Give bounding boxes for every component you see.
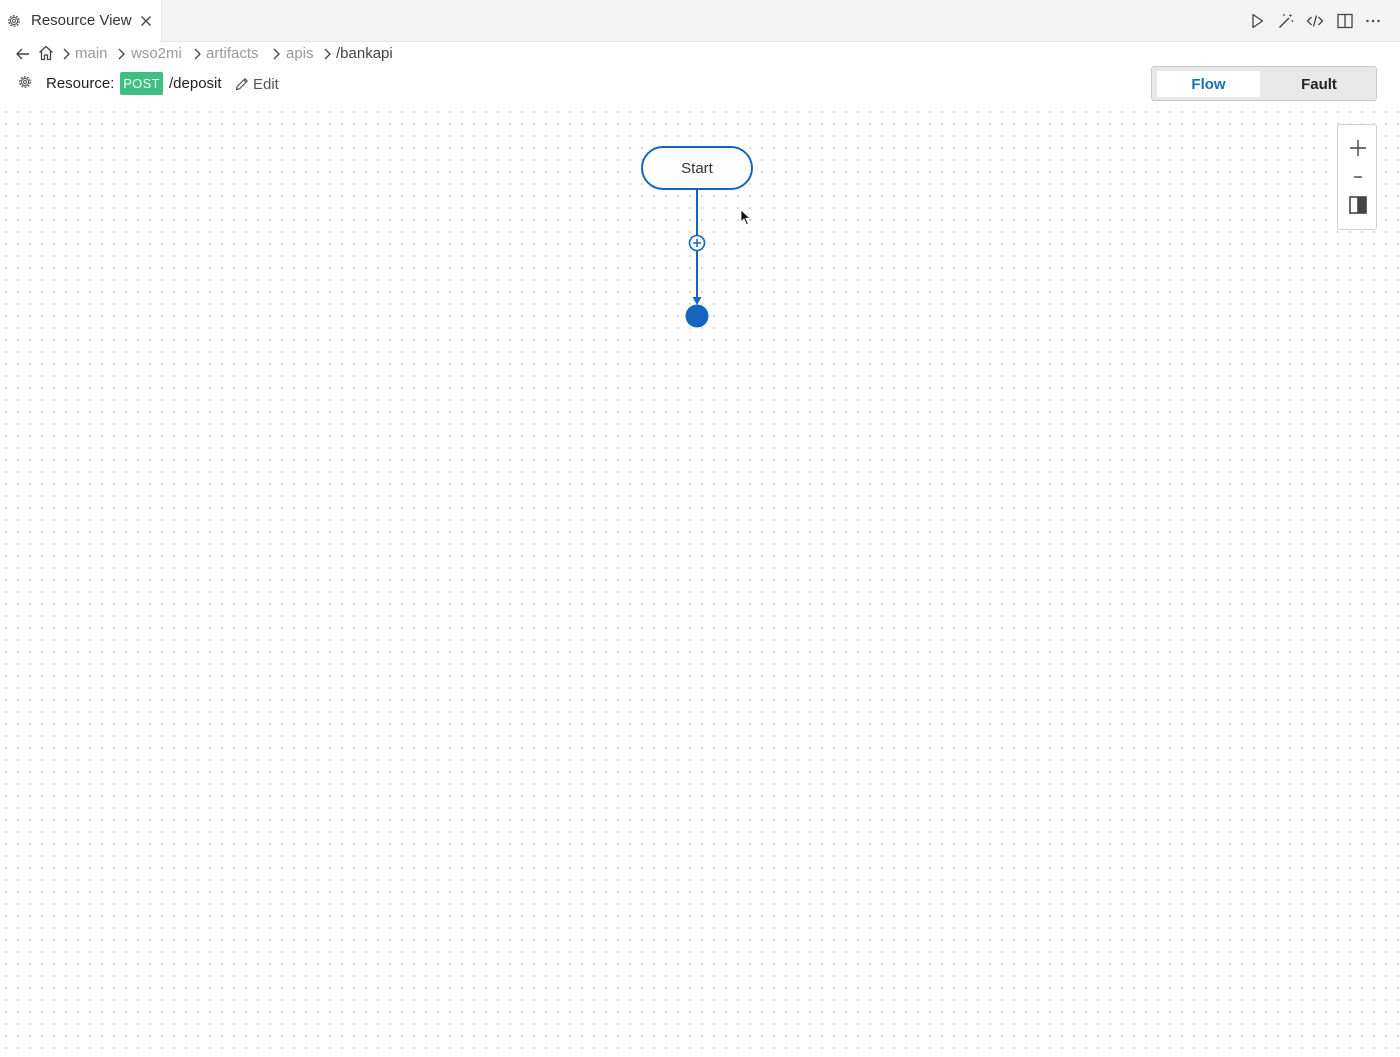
view-toggle: Flow Fault [1151, 66, 1377, 101]
chevron-right-icon [194, 48, 201, 60]
flow-diagram: Start [641, 146, 753, 328]
fit-view-icon[interactable] [1346, 193, 1370, 217]
method-badge: POST [120, 72, 163, 95]
edit-button-label: Edit [253, 75, 279, 93]
breadcrumb-item-bankapi[interactable]: /bankapi [336, 45, 393, 62]
run-icon[interactable] [1247, 11, 1267, 31]
pencil-icon [235, 78, 248, 91]
chevron-right-icon [324, 48, 331, 60]
resource-path: /deposit [169, 75, 222, 92]
arrowhead [692, 297, 702, 305]
gear-icon [8, 15, 20, 27]
breadcrumb: main wso2mi artifacts apis /bankapi [0, 42, 1400, 66]
plus-icon[interactable] [1346, 136, 1370, 160]
start-node-label: Start [681, 160, 714, 177]
chevron-right-icon [63, 48, 70, 60]
tab-title: Resource View [31, 12, 132, 29]
gear-icon [19, 76, 31, 88]
start-node[interactable]: Start [641, 146, 753, 190]
breadcrumb-item-wso2mi[interactable]: wso2mi [131, 45, 182, 62]
fault-tab[interactable]: Fault [1264, 71, 1374, 97]
end-node[interactable] [685, 304, 709, 328]
edit-button[interactable]: Edit [234, 74, 279, 94]
zoom-controls [1337, 124, 1377, 230]
resource-label: Resource: [46, 75, 115, 92]
mouse-cursor [740, 209, 752, 226]
magic-wand-icon[interactable] [1276, 11, 1296, 31]
close-icon[interactable] [138, 13, 154, 29]
more-icon[interactable] [1363, 11, 1383, 31]
diagram-canvas[interactable]: Start [0, 106, 1400, 1057]
breadcrumb-item-artifacts[interactable]: artifacts [206, 45, 259, 62]
breadcrumb-item-main[interactable]: main [75, 45, 108, 62]
flow-tab[interactable]: Flow [1157, 71, 1260, 97]
editor-tab-bar: Resource View [0, 0, 1400, 42]
split-editor-icon[interactable] [1335, 11, 1355, 31]
chevron-right-icon [273, 48, 280, 60]
code-icon[interactable] [1305, 11, 1325, 31]
arrow-left-icon[interactable] [14, 45, 32, 63]
breadcrumb-item-apis[interactable]: apis [286, 45, 314, 62]
add-node-button[interactable] [688, 234, 706, 252]
tab-resource-view[interactable]: Resource View [0, 0, 162, 42]
minus-icon[interactable] [1346, 165, 1370, 189]
chevron-right-icon [118, 48, 125, 60]
home-icon[interactable] [37, 44, 55, 62]
